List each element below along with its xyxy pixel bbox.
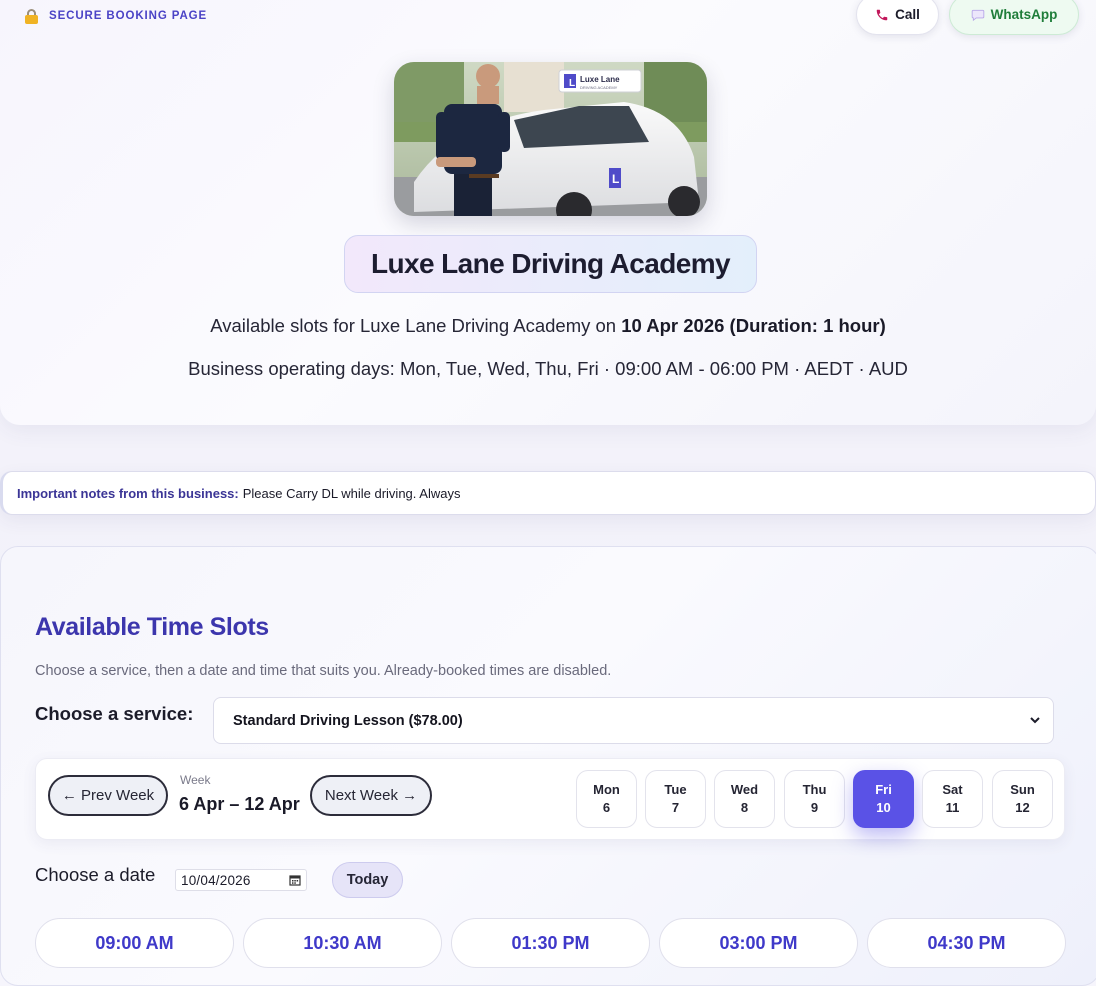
time-slot[interactable]: 03:00 PM [659, 918, 858, 968]
day-tue[interactable]: Tue 7 [645, 770, 706, 828]
slots-subtitle: Choose a service, then a date and time t… [35, 663, 612, 679]
day-name: Mon [593, 782, 620, 797]
day-name: Fri [875, 782, 892, 797]
chat-bubble-icon [971, 8, 985, 22]
day-fri[interactable]: Fri 10 [853, 770, 914, 828]
time-slot[interactable]: 04:30 PM [867, 918, 1066, 968]
calendar-icon[interactable] [289, 874, 301, 889]
next-week-button[interactable]: Next Week → [310, 775, 432, 816]
day-name: Sat [942, 782, 963, 797]
week-range: 6 Apr – 12 Apr [179, 794, 300, 814]
day-number: 6 [602, 800, 611, 815]
day-sat[interactable]: Sat 11 [922, 770, 983, 828]
day-name: Thu [802, 782, 827, 797]
day-name: Sun [1010, 782, 1035, 797]
service-selected: Standard Driving Lesson ($78.00) [233, 712, 463, 729]
day-name: Wed [730, 782, 759, 797]
date-label: Choose a date [35, 864, 156, 885]
date-value: 10/04/2026 [181, 872, 251, 888]
day-number: 9 [810, 800, 819, 815]
slots-title: Available Time Slots [35, 613, 269, 641]
day-number: 10 [876, 800, 891, 815]
call-button[interactable]: Call [856, 0, 939, 35]
day-sun[interactable]: Sun 12 [992, 770, 1053, 828]
whatsapp-label: WhatsApp [990, 7, 1058, 22]
notes-label: Important notes from this business: [17, 485, 239, 501]
service-select[interactable]: Standard Driving Lesson ($78.00) [213, 697, 1054, 744]
chevron-down-icon [1029, 714, 1041, 730]
call-label: Call [895, 7, 920, 22]
time-slot[interactable]: 01:30 PM [451, 918, 650, 968]
svg-text:L: L [612, 172, 619, 186]
notes-text: Please Carry DL while driving. Always [242, 485, 461, 501]
date-input[interactable]: 10/04/2026 [175, 869, 307, 891]
car-sign-sub: DRIVING ACADEMY [580, 85, 618, 90]
phone-icon [875, 8, 889, 22]
service-label: Choose a service: [35, 703, 194, 724]
time-slot[interactable]: 10:30 AM [243, 918, 442, 968]
car-sign-brand: Luxe Lane [580, 75, 620, 84]
day-number: 11 [945, 800, 960, 815]
business-name: Luxe Lane Driving Academy [344, 235, 757, 293]
availability-line: Available slots for Luxe Lane Driving Ac… [0, 315, 1096, 337]
time-slot[interactable]: 09:00 AM [35, 918, 234, 968]
day-mon[interactable]: Mon 6 [576, 770, 637, 828]
svg-text:L: L [569, 78, 575, 89]
week-label: Week [180, 773, 211, 787]
business-notes: Important notes from this business: Plea… [0, 471, 1096, 515]
day-thu[interactable]: Thu 9 [784, 770, 845, 828]
prev-week-button[interactable]: ← Prev Week [48, 775, 168, 816]
day-number: 8 [740, 800, 749, 815]
today-button[interactable]: Today [332, 862, 403, 898]
whatsapp-button[interactable]: WhatsApp [949, 0, 1079, 35]
day-name: Tue [664, 782, 687, 797]
secure-booking-label: SECURE BOOKING PAGE [49, 10, 208, 22]
day-number: 12 [1015, 800, 1030, 815]
secure-booking-badge: SECURE BOOKING PAGE [24, 8, 207, 24]
availability-text: Available slots for Luxe Lane Driving Ac… [210, 315, 617, 336]
day-wed[interactable]: Wed 8 [714, 770, 775, 828]
instructor-car-photo: L Luxe Lane DRIVING ACADEMY L [394, 62, 707, 216]
availability-date: 10 Apr 2026 (Duration: 1 hour) [621, 315, 886, 336]
lock-icon [24, 8, 39, 24]
operating-days: Business operating days: Mon, Tue, Wed, … [188, 358, 908, 379]
day-number: 7 [671, 800, 680, 815]
